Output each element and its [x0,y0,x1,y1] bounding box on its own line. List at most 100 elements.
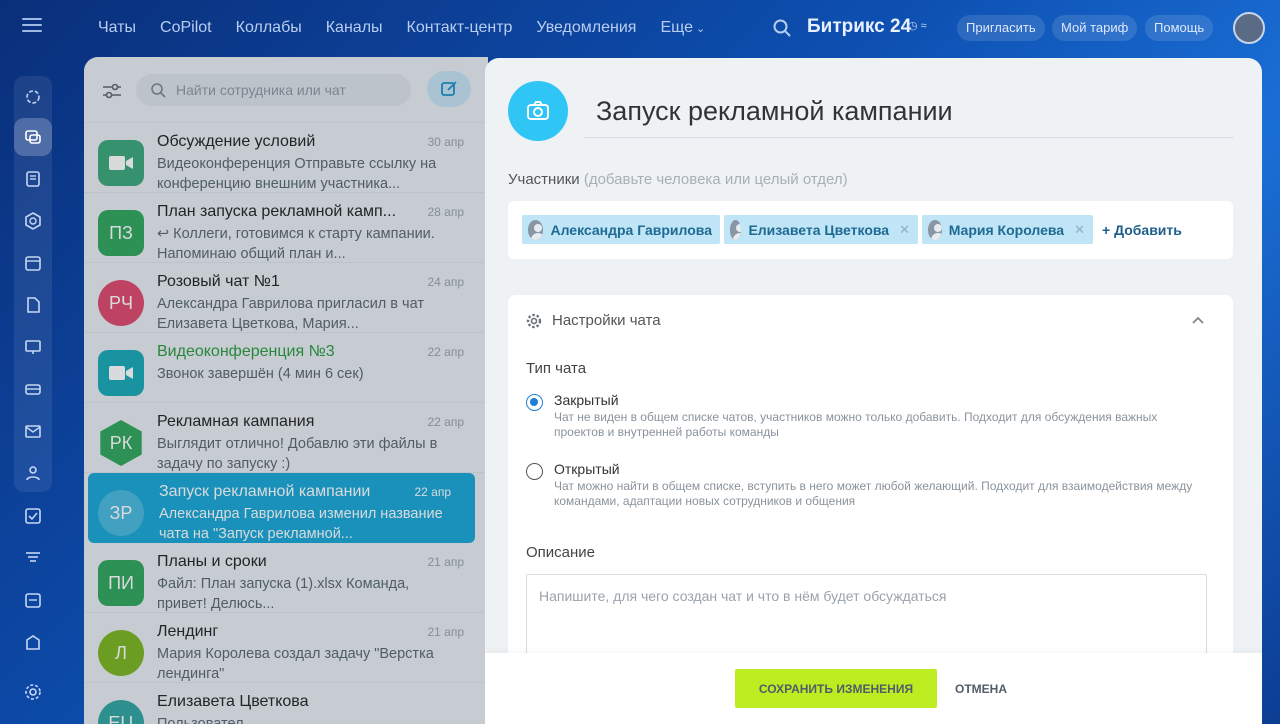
chat-preview: Александра Гаврилова изменил название ча… [159,506,443,542]
settings-icon[interactable] [14,673,52,711]
chat-date: 24 апр [427,275,464,289]
chat-list-item[interactable]: ПЗ План запуска рекламной камп... 28 апр ↩ … [84,193,488,263]
close-icon[interactable]: ✕ [899,222,910,238]
feed-icon[interactable] [14,160,52,198]
groups-icon[interactable] [14,454,52,492]
chat-list-header: Найти сотрудника или чат [84,57,488,123]
chat-title: Рекламная кампания [157,413,315,430]
chat-date: 21 апр [427,625,464,639]
chat-preview: Звонок завершён (4 мин 6 сек) [157,366,364,382]
nav-collabs[interactable]: Коллабы [236,19,302,37]
chat-title-input[interactable]: Запуск рекламной кампании [596,96,953,127]
chat-title: Планы и сроки [157,553,267,570]
participant-name: Елизавета Цветкова [748,221,890,238]
chat-preview: Пользовател... [157,716,256,724]
nav-more-label: Еще [660,19,694,36]
chat-title: Лендинг [157,623,219,640]
nav-channels[interactable]: Каналы [326,19,383,37]
edit-icon [441,81,457,96]
chat-list-item[interactable]: Обсуждение условий 30 апр Видеоконференция… [84,123,488,193]
nav-more[interactable]: Еще ⌄ [660,19,705,37]
save-button[interactable]: СОХРАНИТЬ ИЗМЕНЕНИЯ [735,669,937,708]
brand-logo[interactable]: Битрикс 24 [807,16,911,38]
avatar: ЕЦ [98,700,144,724]
left-rail [0,56,66,724]
collabs-icon[interactable] [14,202,52,240]
search-icon[interactable] [772,18,792,38]
chat-search-input[interactable]: Найти сотрудника или чат [136,74,411,106]
chat-avatar-upload[interactable] [508,81,568,141]
mail-icon[interactable] [14,412,52,450]
chats-icon[interactable] [14,118,52,156]
chat-title: Елизавета Цветкова [157,693,309,710]
chat-date: 28 апр [427,205,464,219]
chat-settings-slider: Запуск рекламной кампании Участники (доб… [485,58,1262,724]
participant-tag[interactable]: Елизавета Цветкова ✕ [724,215,918,244]
avatar: РЧ [98,280,144,326]
planner-icon[interactable] [14,581,52,619]
chat-preview: Выглядит отлично! Добавлю эти файлы в за… [157,436,438,472]
drive-icon[interactable] [14,370,52,408]
description-label: Описание [526,544,596,561]
nav-notifications[interactable]: Уведомления [536,19,636,37]
chat-title: Обсуждение условий [157,133,316,150]
chat-title: Видеоконференция №3 [157,343,335,360]
participant-name: Мария Королева [948,221,1065,238]
participant-tag[interactable]: Александра Гаврилова [522,215,720,244]
top-nav: Чаты CoPilot Коллабы Каналы Контакт-цент… [98,0,729,56]
option-closed-title[interactable]: Закрытый [554,392,619,408]
copilot-icon[interactable] [14,78,52,116]
nav-contact-center[interactable]: Контакт-центр [407,19,513,37]
slider-footer: СОХРАНИТЬ ИЗМЕНЕНИЯ ОТМЕНА [485,653,1262,724]
top-bar: Чаты CoPilot Коллабы Каналы Контакт-цент… [0,0,1280,56]
avatar [928,219,942,240]
chat-list-panel: Найти сотрудника или чат Обсуждение усло… [84,57,488,724]
chat-list-item[interactable]: РЧ Розовый чат №1 24 апр Александра Гаврило… [84,263,488,333]
chat-preview: Видеоконференция Отправьте ссылку на кон… [157,156,437,192]
user-avatar[interactable] [1233,12,1265,44]
boards-icon[interactable] [14,328,52,366]
menu-icon[interactable] [22,18,42,38]
option-open-title[interactable]: Открытый [554,461,620,477]
chat-preview: Александра Гаврилова пригласил в чат Ели… [157,296,424,332]
avatar: РК [100,420,142,466]
video-icon [98,350,144,396]
participant-name: Александра Гаврилова [550,221,712,238]
chat-list-item[interactable]: ПИ Планы и сроки 21 апр Файл: План запуска … [84,543,488,613]
add-participant-link[interactable]: + Добавить [1102,222,1182,238]
chat-list-item[interactable]: Видеоконференция №3 22 апр Звонок завершён… [84,333,488,403]
participants-hint: (добавьте человека или целый отдел) [583,171,848,188]
radio-closed[interactable] [526,394,543,411]
tariff-button[interactable]: Мой тариф [1052,15,1138,41]
compose-button[interactable] [427,71,471,107]
search-placeholder: Найти сотрудника или чат [176,82,346,98]
participants-box[interactable]: Александра Гаврилова Елизавета Цветкова ✕… [508,201,1233,259]
clock-icon: ◷ ≈ [908,20,927,32]
crm-icon[interactable] [14,539,52,577]
chat-list-item[interactable]: Л Лендинг 21 апр Мария Королева создал зада… [84,613,488,683]
chat-list-item[interactable]: РК Рекламная кампания 22 апр Выглядит отлич… [84,403,488,473]
avatar: Л [98,630,144,676]
participants-label: Участники (добавьте человека или целый о… [508,171,848,188]
settings-header[interactable]: Настройки чата [526,312,661,329]
chevron-down-icon: ⌄ [696,23,706,35]
tasks-icon[interactable] [14,497,52,535]
documents-icon[interactable] [14,286,52,324]
nav-copilot[interactable]: CoPilot [160,19,212,37]
nav-chats[interactable]: Чаты [98,19,136,37]
store-icon[interactable] [14,623,52,661]
cancel-button[interactable]: ОТМЕНА [946,669,1016,708]
chevron-up-icon[interactable] [1191,313,1205,327]
participant-tag[interactable]: Мария Королева ✕ [922,215,1093,244]
calendar-icon[interactable] [14,244,52,282]
help-button[interactable]: Помощь [1145,15,1214,41]
filter-icon[interactable] [100,79,124,103]
chat-list-item[interactable]: ЕЦ Елизавета Цветкова Пользовател... [84,683,488,724]
camera-icon [527,101,549,120]
chat-title: Розовый чат №1 [157,273,280,290]
radio-open[interactable] [526,463,543,480]
invite-button[interactable]: Пригласить [957,15,1045,41]
avatar: ЗР [98,490,144,536]
chat-list-item[interactable]: ЗР Запуск рекламной кампании 22 апр Алексан… [88,473,475,543]
close-icon[interactable]: ✕ [1074,222,1085,238]
